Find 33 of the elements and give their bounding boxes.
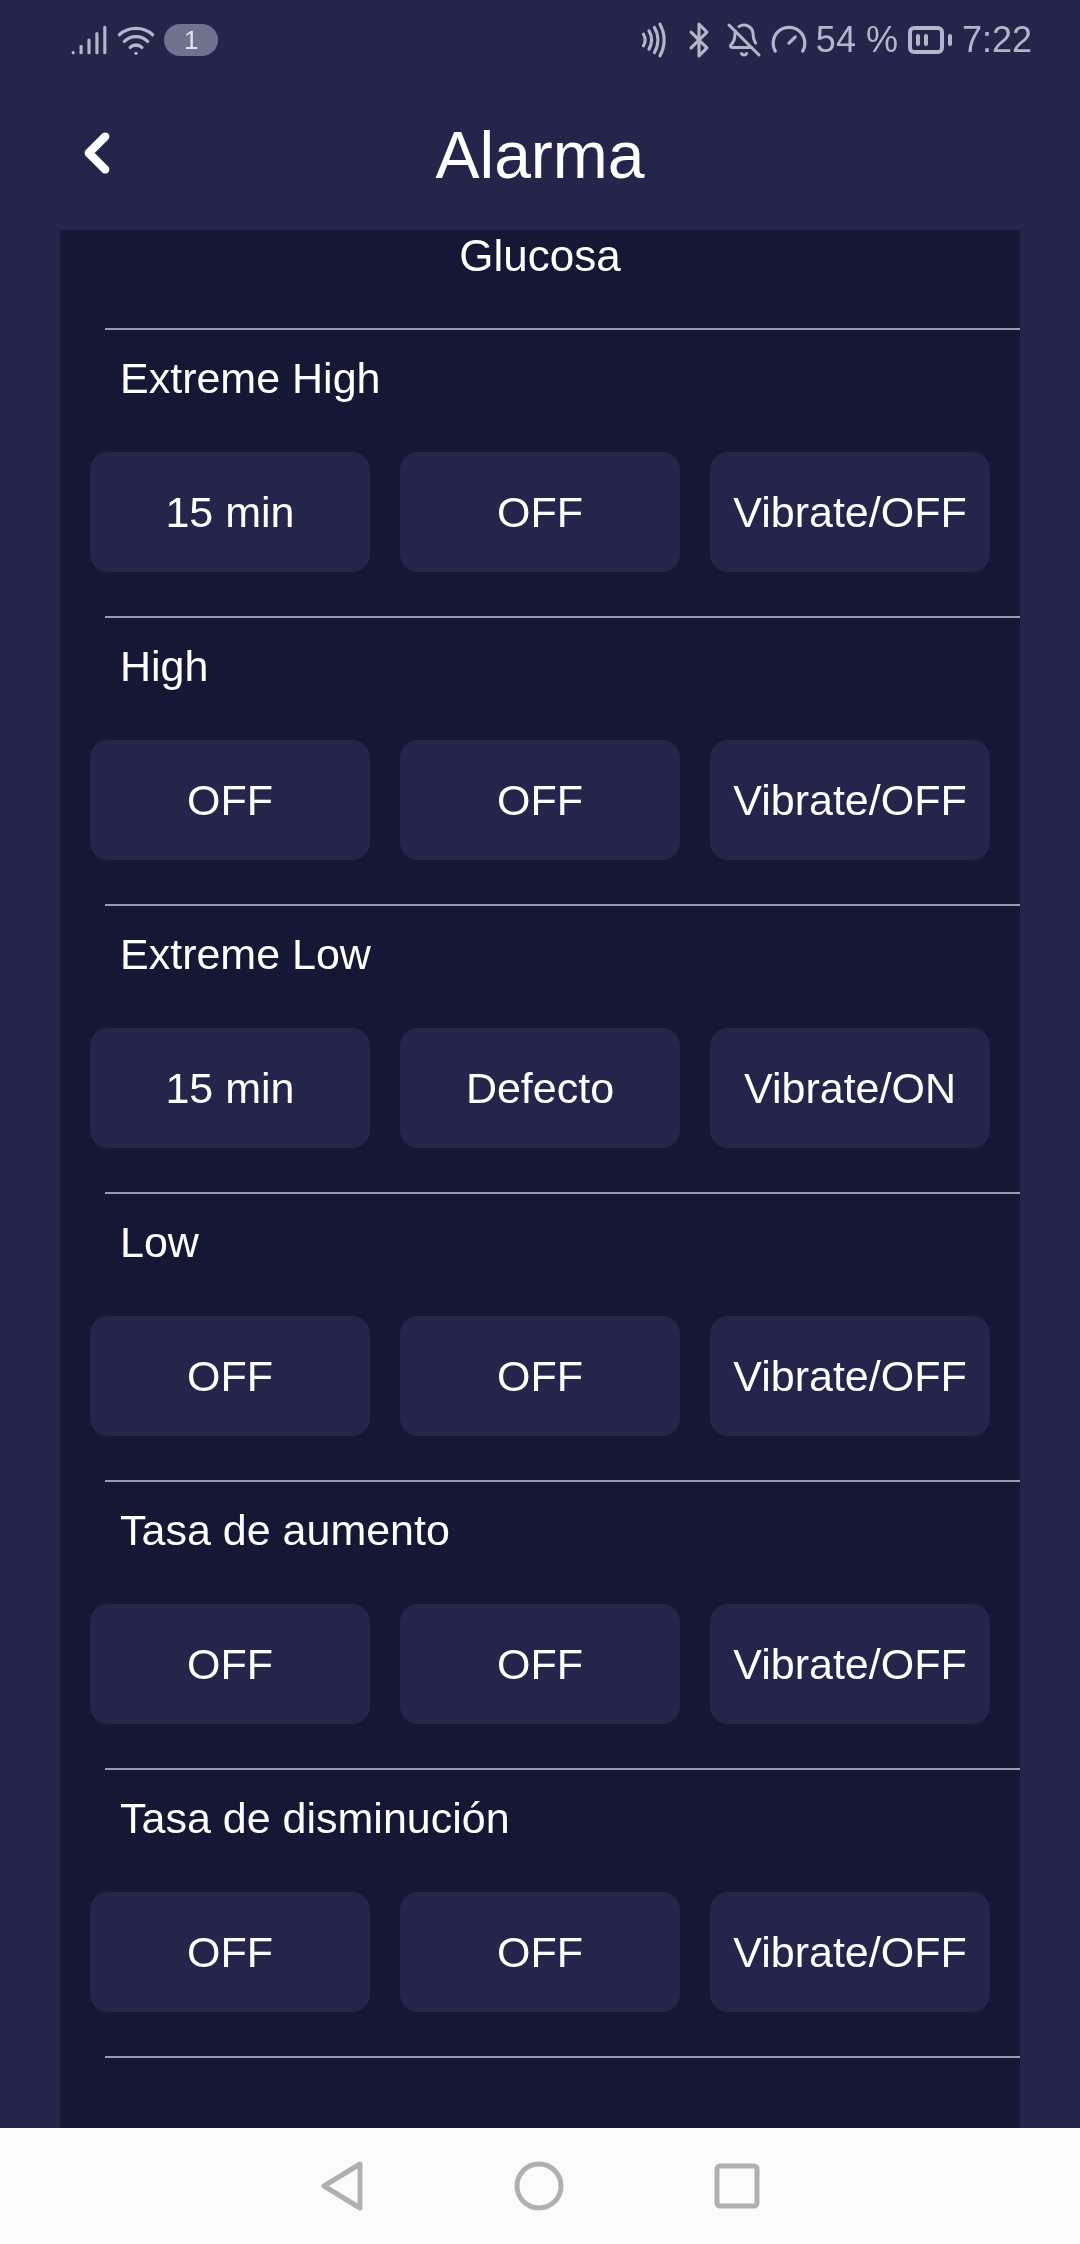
option-button[interactable]: OFF [400, 452, 680, 572]
section-label: Low [120, 1217, 200, 1268]
clock: 7:22 [961, 19, 1032, 61]
option-button[interactable]: OFF [400, 740, 680, 860]
option-button[interactable]: OFF [90, 740, 370, 860]
option-button[interactable]: Vibrate/OFF [710, 1316, 990, 1436]
option-button[interactable]: 15 min [90, 1028, 370, 1148]
option-button[interactable]: OFF [90, 1316, 370, 1436]
section-label: Extreme Low [120, 929, 372, 980]
option-button[interactable]: Vibrate/OFF [710, 1892, 990, 2012]
page-title: Alarma [435, 117, 645, 193]
home-nav-icon[interactable] [514, 2161, 564, 2211]
option-button[interactable]: Vibrate/OFF [710, 740, 990, 860]
option-button[interactable]: OFF [90, 1892, 370, 2012]
card-heading: Glucosa [459, 230, 621, 282]
option-button[interactable]: Vibrate/ON [710, 1028, 990, 1148]
section-label: Tasa de disminución [120, 1793, 511, 1844]
option-button[interactable]: OFF [90, 1604, 370, 1724]
back-nav-icon[interactable] [320, 2161, 364, 2211]
option-button[interactable]: OFF [400, 1316, 680, 1436]
option-button[interactable]: Vibrate/OFF [710, 1604, 990, 1724]
section-label: Tasa de aumento [120, 1505, 451, 1556]
section-label: Extreme High [120, 353, 382, 404]
notification-badge: 1 [164, 24, 219, 56]
section-label: High [120, 641, 210, 692]
recents-nav-icon[interactable] [714, 2163, 760, 2209]
option-button[interactable]: 15 min [90, 452, 370, 572]
battery-percent: 54 % [815, 19, 898, 61]
option-button[interactable]: Defecto [400, 1028, 680, 1148]
bell-off-icon [725, 22, 762, 58]
option-button[interactable]: OFF [400, 1604, 680, 1724]
option-button[interactable]: Vibrate/OFF [710, 452, 990, 572]
option-button[interactable]: OFF [400, 1892, 680, 2012]
